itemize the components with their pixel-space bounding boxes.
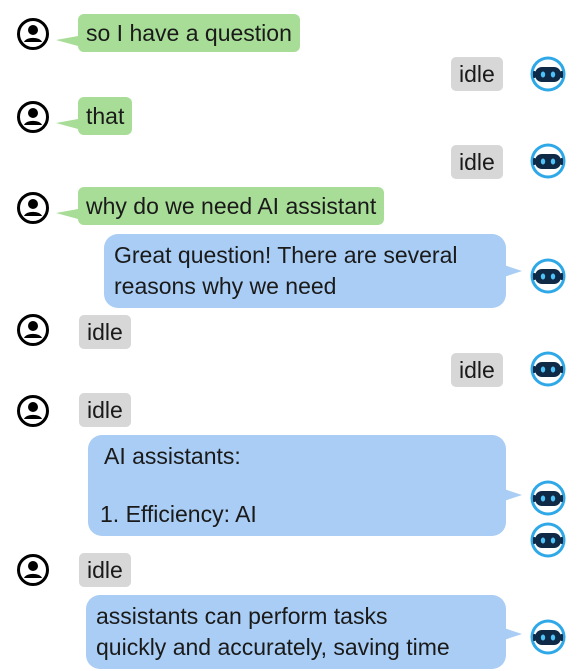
bot-avatar-icon: [529, 521, 567, 559]
user-avatar-icon: [17, 314, 49, 346]
bot-avatar-icon: [529, 55, 567, 93]
bot-avatar-icon: [529, 257, 567, 295]
user-idle-status: idle: [79, 553, 131, 587]
user-idle-status: idle: [79, 393, 131, 427]
bot-avatar-icon: [529, 350, 567, 388]
bot-idle-status: idle: [451, 353, 503, 387]
bot-message: Great question! There are several reason…: [104, 234, 522, 308]
user-idle-status: idle: [79, 315, 131, 349]
message-line: quickly and accurately, saving time: [96, 634, 450, 660]
bot-idle-status: idle: [451, 145, 503, 179]
user-avatar-icon: [17, 554, 49, 586]
message-line: Great question! There are several: [114, 242, 458, 268]
message-line: AI assistants:: [104, 443, 241, 469]
message-text: idle: [87, 557, 123, 583]
message-text: idle: [459, 61, 495, 87]
bot-message: assistants can perform tasks quickly and…: [86, 595, 522, 669]
user-message: so I have a question: [56, 14, 300, 52]
message-text: why do we need AI assistant: [86, 193, 377, 219]
user-message: that: [56, 97, 133, 135]
user-avatar-icon: [17, 395, 49, 427]
bot-message: AI assistants: 1. Efficiency: AI: [88, 435, 522, 536]
bot-avatar-icon: [529, 479, 567, 517]
user-avatar-icon: [17, 192, 49, 224]
message-text: so I have a question: [86, 20, 292, 46]
message-text: that: [86, 103, 125, 129]
message-text: idle: [459, 149, 495, 175]
message-line: 1. Efficiency: AI: [100, 501, 257, 527]
user-avatar-icon: [17, 101, 49, 133]
message-line: [100, 472, 496, 499]
message-line: reasons why we need: [114, 273, 337, 299]
message-text: idle: [87, 397, 123, 423]
message-text: idle: [87, 319, 123, 345]
message-text: idle: [459, 357, 495, 383]
user-message: why do we need AI assistant: [56, 187, 385, 225]
message-line: assistants can perform tasks: [96, 603, 388, 629]
bot-avatar-icon: [529, 142, 567, 180]
bot-avatar-icon: [529, 618, 567, 656]
user-avatar-icon: [17, 18, 49, 50]
bot-idle-status: idle: [451, 57, 503, 91]
